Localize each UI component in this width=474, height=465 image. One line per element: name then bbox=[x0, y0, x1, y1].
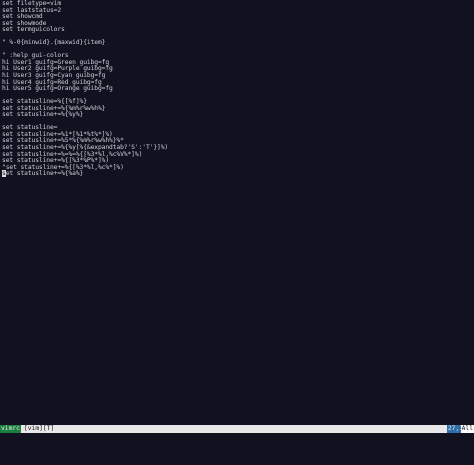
buffer-line-text: set termguicolors bbox=[2, 26, 65, 34]
status-line: vimrc [vim][T] 27,1 All bbox=[0, 425, 474, 433]
buffer-line-text: set statusline+=%{%y%} bbox=[2, 111, 84, 119]
status-filetype: [vim][T] bbox=[24, 425, 55, 432]
buffer-line[interactable]: set statusline+=%{%a%} bbox=[2, 170, 474, 178]
status-scroll-percent: All bbox=[460, 425, 474, 433]
buffer-line-text: hi User5 guifg=Orange guibg=fg bbox=[2, 85, 113, 93]
buffer-line-text: et statusline+=%{%a%} bbox=[5, 170, 84, 178]
status-filename: vimrc bbox=[0, 425, 21, 433]
buffer-lines[interactable]: set filetype=vim set laststatus=2 set show… bbox=[2, 0, 474, 178]
buffer-line-text: " %-0{minwid}.{maxwid}{item} bbox=[2, 39, 106, 47]
editor-buffer[interactable]: set filetype=vim set laststatus=2 set show… bbox=[0, 0, 474, 424]
